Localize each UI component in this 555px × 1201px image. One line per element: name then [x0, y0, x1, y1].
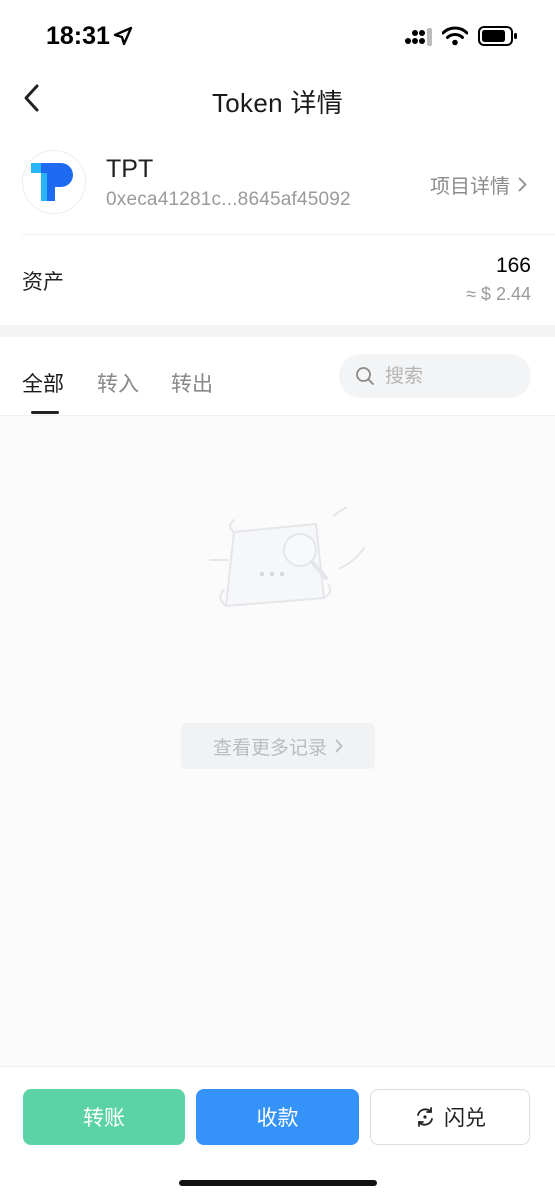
project-details-label: 项目详情 [430, 176, 510, 198]
swap-button[interactable]: 闪兑 [370, 1089, 530, 1145]
search-box[interactable] [339, 354, 531, 398]
tab-incoming[interactable]: 转入 [97, 368, 139, 398]
divider [22, 234, 555, 235]
active-tab-indicator [31, 411, 59, 414]
receive-button[interactable]: 收款 [196, 1089, 359, 1145]
token-address[interactable]: 0xeca41281c...8645af45092 [106, 189, 351, 211]
asset-label: 资产 [22, 271, 64, 294]
project-details-link[interactable]: 项目详情 [430, 170, 527, 199]
search-input[interactable] [383, 362, 525, 392]
wifi-icon [442, 26, 468, 46]
search-icon [356, 367, 374, 385]
tab-outgoing[interactable]: 转出 [171, 368, 213, 398]
view-more-records-button[interactable]: 查看更多记录 [181, 723, 375, 769]
location-arrow-icon [113, 26, 133, 46]
section-separator [0, 325, 555, 337]
tab-all[interactable]: 全部 [22, 368, 64, 398]
status-bar: 18:31 [0, 0, 555, 70]
page-title: Token 详情 [211, 88, 343, 118]
home-indicator [179, 1180, 377, 1186]
view-more-records-label: 查看更多记录 [212, 737, 327, 759]
chevron-right-icon [335, 739, 343, 753]
swap-label: 闪兑 [444, 1107, 486, 1130]
transfer-button[interactable]: 转账 [23, 1089, 185, 1145]
empty-records-illustration-icon [209, 507, 365, 607]
asset-fiat-value: ≈ $ 2.44 [466, 284, 531, 304]
tpt-logo-icon [31, 163, 73, 201]
status-time: 18:31 [46, 22, 110, 50]
token-logo [22, 150, 86, 214]
cellular-signal-icon [405, 28, 432, 46]
asset-amount: 166 [495, 254, 531, 277]
battery-icon [478, 26, 517, 46]
swap-icon [417, 1107, 433, 1127]
token-name: TPT [106, 155, 154, 183]
chevron-right-icon [518, 177, 527, 192]
